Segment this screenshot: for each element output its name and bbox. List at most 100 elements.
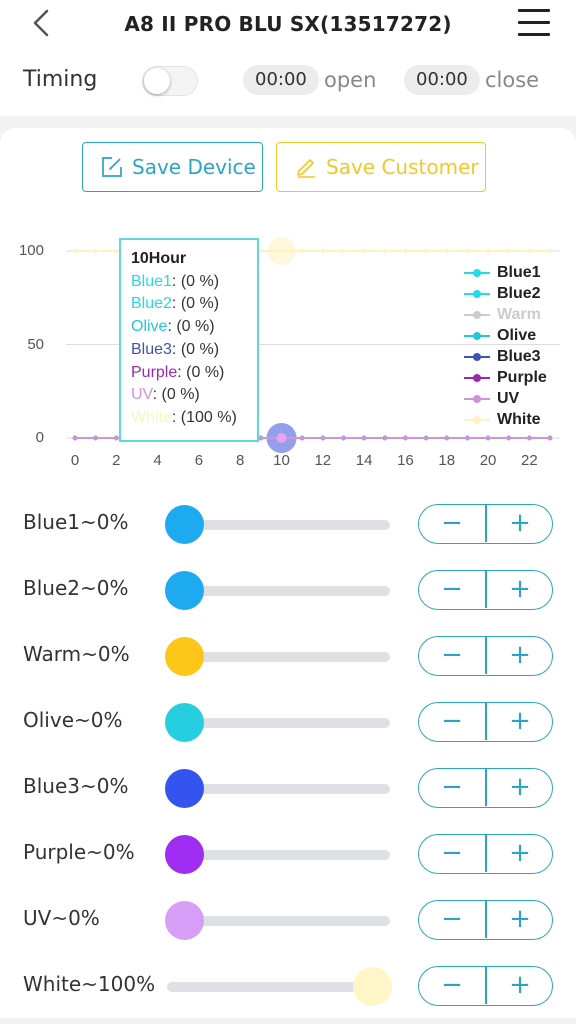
legend-item-white[interactable]: White: [464, 409, 576, 430]
chart-legend: Blue1 Blue2 Warm Olive Blue3 Purple UV White: [464, 262, 576, 430]
save-device-label: Save Device: [132, 155, 256, 179]
close-time-picker[interactable]: 00:00: [404, 65, 480, 95]
menu-icon[interactable]: [518, 9, 550, 37]
channel-label: Blue3~0%: [23, 774, 129, 798]
series-point-white: [382, 248, 387, 254]
legend-label: Olive: [497, 327, 537, 344]
legend-item-blue1[interactable]: Blue1: [464, 262, 576, 283]
toggle-knob: [144, 68, 170, 94]
channel-row: Olive~0% − +: [0, 688, 576, 754]
tooltip-series-value: : (0 %): [177, 363, 225, 381]
decrease-button[interactable]: −: [419, 571, 485, 608]
save-device-button[interactable]: Save Device: [82, 142, 263, 192]
series-point-white: [93, 248, 98, 254]
x-tick-label: 10: [273, 452, 290, 469]
series-point-uv: [93, 435, 98, 441]
legend-label: Blue1: [497, 264, 541, 281]
series-point-white: [279, 248, 284, 254]
series-point-white: [299, 248, 305, 254]
series-point-white: [403, 248, 408, 254]
channel-slider-thumb[interactable]: [165, 637, 204, 676]
channel-slider-thumb[interactable]: [165, 901, 204, 940]
series-point-white: [423, 248, 429, 254]
legend-item-blue2[interactable]: Blue2: [464, 283, 576, 304]
channel-slider-thumb[interactable]: [165, 505, 204, 544]
channel-stepper: − +: [418, 834, 553, 874]
legend-dot-marker: [473, 311, 481, 319]
legend-dot-marker: [473, 290, 481, 298]
save-customer-button[interactable]: Save Customer: [276, 142, 486, 192]
channel-row: Warm~0% − +: [0, 622, 576, 688]
increase-button[interactable]: +: [487, 571, 553, 608]
x-tick-label: 14: [355, 452, 373, 469]
x-tick-label: 2: [112, 452, 121, 469]
x-tick-label: 8: [236, 452, 245, 469]
series-point-uv: [299, 435, 305, 441]
legend-item-warm[interactable]: Warm: [464, 304, 576, 325]
channel-stepper: − +: [418, 966, 553, 1006]
series-point-uv: [403, 435, 408, 441]
decrease-button[interactable]: −: [419, 637, 485, 674]
legend-item-blue3[interactable]: Blue3: [464, 346, 576, 367]
legend-dot-marker: [473, 395, 481, 403]
channel-stepper: − +: [418, 900, 553, 940]
decrease-button[interactable]: −: [419, 505, 485, 542]
decrease-button[interactable]: −: [419, 703, 485, 740]
series-point-uv: [361, 435, 367, 441]
increase-button[interactable]: +: [487, 835, 553, 872]
close-label: close: [485, 68, 540, 92]
increase-button[interactable]: +: [487, 637, 553, 674]
channel-label: White~100%: [23, 972, 156, 996]
pencil-icon: [297, 159, 315, 178]
open-time-picker[interactable]: 00:00: [243, 65, 319, 95]
series-point-uv: [72, 435, 78, 441]
channel-row: Blue3~0% − +: [0, 754, 576, 820]
channel-slider-thumb[interactable]: [353, 967, 392, 1006]
timing-bar: Timing 00:00 open 00:00 close: [0, 48, 576, 116]
legend-label: White: [497, 411, 541, 428]
channel-slider-thumb[interactable]: [165, 835, 204, 874]
legend-dot-marker: [473, 416, 481, 424]
channel-slider-thumb[interactable]: [165, 769, 204, 808]
tooltip-series-value: : (0 %): [152, 386, 200, 404]
decrease-button[interactable]: −: [419, 769, 485, 806]
timing-toggle[interactable]: [142, 66, 198, 96]
increase-button[interactable]: +: [487, 505, 553, 542]
legend-label: Warm: [497, 306, 541, 323]
tooltip-series-name: White: [131, 408, 172, 426]
tooltip-series-value: : (0 %): [171, 272, 220, 290]
x-tick-label: 6: [194, 452, 204, 469]
legend-item-uv[interactable]: UV: [464, 388, 576, 409]
tooltip-row: UV: (0 %): [131, 384, 247, 407]
channel-stepper: − +: [418, 702, 553, 742]
increase-button[interactable]: +: [487, 703, 553, 740]
x-tick-label: 20: [479, 452, 497, 469]
x-tick-label: 16: [397, 452, 414, 469]
series-point-uv: [382, 435, 387, 441]
legend-label: Blue3: [497, 348, 541, 365]
series-point-white: [547, 248, 553, 254]
decrease-button[interactable]: −: [419, 835, 485, 872]
series-point-uv: [444, 435, 449, 441]
series-point-white: [361, 248, 367, 254]
decrease-button[interactable]: −: [419, 967, 485, 1004]
decrease-button[interactable]: −: [419, 901, 485, 938]
tooltip-row: Blue1: (0 %): [131, 271, 247, 294]
x-tick-label: 22: [521, 452, 538, 469]
channel-slider-thumb[interactable]: [165, 571, 204, 610]
legend-dot-marker: [473, 374, 481, 382]
tooltip-series-name: Blue2: [131, 295, 172, 313]
legend-item-olive[interactable]: Olive: [464, 325, 576, 346]
hover-point: [276, 433, 287, 443]
increase-button[interactable]: +: [487, 967, 553, 1004]
x-tick-label: 12: [314, 452, 332, 469]
series-point-uv: [423, 435, 429, 441]
channel-label: Warm~0%: [23, 642, 130, 666]
tooltip-series-name: UV: [131, 386, 153, 404]
increase-button[interactable]: +: [487, 901, 553, 938]
channel-row: White~100% − +: [0, 952, 576, 1018]
channel-slider-thumb[interactable]: [165, 703, 204, 742]
legend-item-purple[interactable]: Purple: [464, 367, 576, 388]
increase-button[interactable]: +: [487, 769, 553, 806]
spectrum-chart[interactable]: 0 50 100 0 2 4 6 8 10 12 14 16 18 20 22 10Hour Blue1:…: [0, 230, 576, 475]
